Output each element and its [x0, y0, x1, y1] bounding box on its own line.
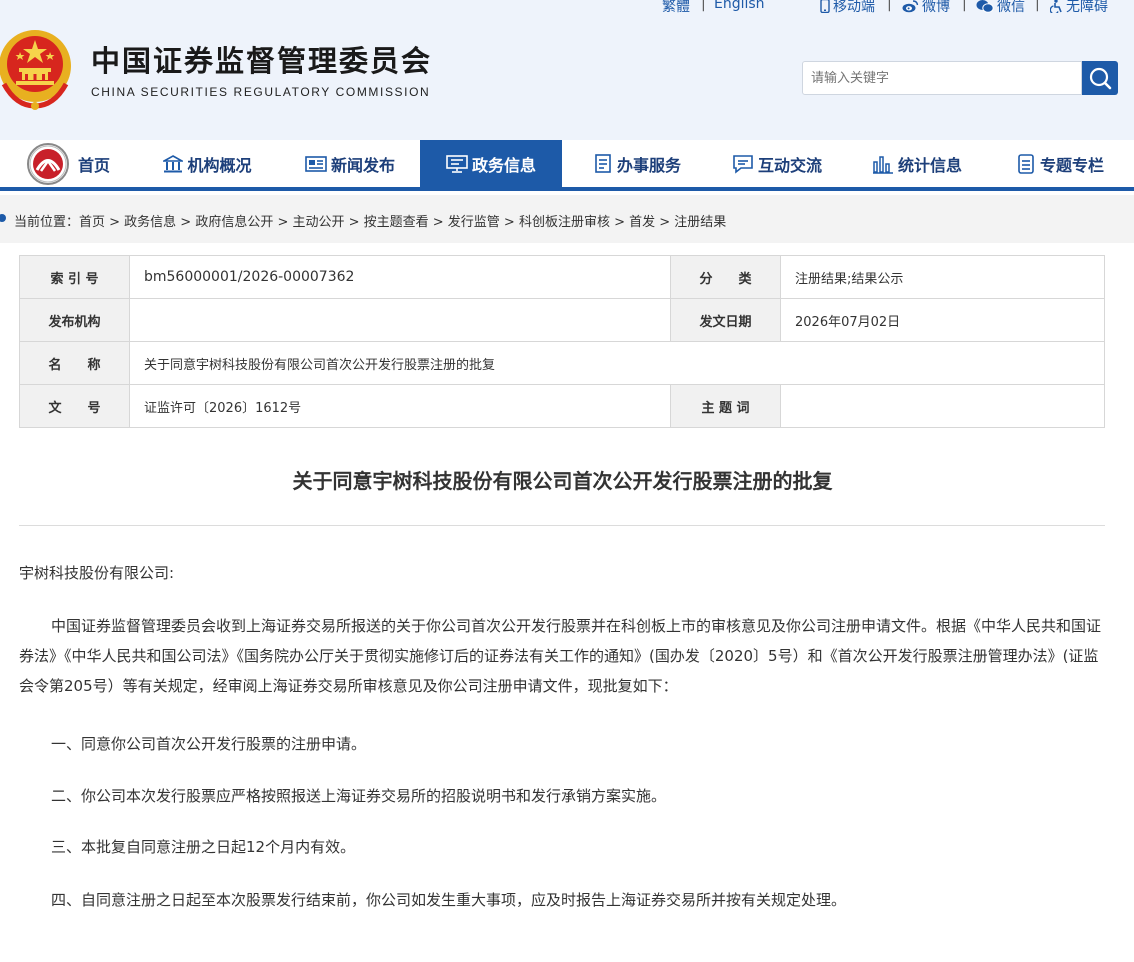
nav-topics[interactable]: 专题专栏 — [990, 140, 1130, 187]
keywords-value — [780, 384, 1105, 428]
docno-value: 证监许可〔2026〕1612号 — [129, 384, 671, 428]
separator: | — [701, 0, 706, 12]
keywords-label: 主 题 词 — [670, 384, 781, 428]
nav-interaction[interactable]: 互动交流 — [707, 140, 847, 187]
docno-label: 文 号 — [19, 384, 130, 428]
table-row: 文 号 证监许可〔2026〕1612号 主 题 词 — [19, 384, 1105, 428]
category-value: 注册结果;结果公示 — [780, 255, 1105, 299]
mobile-label: 移动端 — [833, 0, 875, 15]
chat-icon — [733, 154, 753, 174]
traditional-chinese-link[interactable]: 繁體 — [662, 0, 690, 16]
name-label: 名 称 — [19, 341, 130, 385]
weibo-link[interactable]: 微博 — [902, 0, 950, 16]
wechat-icon — [976, 0, 994, 13]
table-row: 名 称 关于同意宇树科技股份有限公司首次公开发行股票注册的批复 — [19, 341, 1105, 385]
building-icon — [163, 154, 184, 172]
separator: | — [887, 0, 892, 12]
nav-interaction-label: 互动交流 — [757, 155, 822, 175]
folder-icon — [1018, 153, 1034, 174]
top-links: 繁體 | English 移动端 | 微博 | 微信 | 无障碍 — [0, 0, 1134, 16]
document-icon — [595, 153, 611, 173]
search-input[interactable] — [802, 61, 1082, 95]
site-subtitle: CHINA SECURITIES REGULATORY COMMISSION — [91, 85, 431, 99]
index-label: 索 引 号 — [19, 255, 130, 299]
article-paragraph: 中国证券监督管理委员会收到上海证券交易所报送的关于你公司首次公开发行股票并在科创… — [19, 617, 1102, 695]
nav-statistics[interactable]: 统计信息 — [847, 140, 987, 187]
news-icon — [305, 155, 327, 172]
mobile-icon — [820, 0, 830, 13]
article-item-1: 一、同意你公司首次公开发行股票的注册申请。 — [51, 735, 367, 753]
breadcrumb: 当前位置：首页 > 政务信息 > 政府信息公开 > 主动公开 > 按主题查看 >… — [0, 211, 726, 230]
english-link[interactable]: English — [714, 0, 765, 12]
nav-topics-label: 专题专栏 — [1039, 155, 1104, 175]
article-item-3: 三、本批复自同意注册之日起12个月内有效。 — [51, 838, 356, 856]
nav-statistics-label: 统计信息 — [897, 155, 962, 175]
site-title: 中国证券监督管理委员会 — [91, 44, 433, 78]
category-label: 分 类 — [670, 255, 781, 299]
bar-chart-icon — [872, 155, 893, 174]
name-value: 关于同意宇树科技股份有限公司首次公开发行股票注册的批复 — [129, 341, 1105, 385]
accessibility-link[interactable]: 无障碍 — [1050, 0, 1108, 16]
accessibility-label: 无障碍 — [1066, 0, 1108, 15]
main-nav: 首页 机构概况 新闻发布 政务信息 办事服务 互动交流 统计信息 专题专栏 — [0, 140, 1134, 191]
document-meta-table: 索 引 号 bm56000001/2026-00007362 分 类 注册结果;… — [19, 255, 1105, 428]
date-value: 2026年07月02日 — [780, 298, 1105, 342]
accessibility-icon — [1050, 0, 1062, 13]
nav-about-label: 机构概况 — [187, 155, 252, 175]
search-icon — [1089, 67, 1112, 90]
wechat-label: 微信 — [997, 0, 1025, 15]
nav-services-label: 办事服务 — [616, 155, 681, 175]
separator: | — [1035, 0, 1040, 12]
national-emblem-logo — [0, 30, 71, 110]
weibo-icon — [902, 0, 919, 13]
table-row: 发布机构 发文日期 2026年07月02日 — [19, 298, 1105, 342]
index-value: bm56000001/2026-00007362 — [129, 255, 671, 299]
divider — [19, 525, 1105, 526]
nav-news-label: 新闻发布 — [330, 155, 395, 175]
table-row: 索 引 号 bm56000001/2026-00007362 分 类 注册结果;… — [19, 255, 1105, 299]
location-dot-icon — [0, 214, 6, 222]
date-label: 发文日期 — [670, 298, 781, 342]
csrc-home-logo-icon[interactable] — [27, 143, 69, 185]
publisher-value — [129, 298, 671, 342]
nav-government-info[interactable]: 政务信息 — [420, 140, 562, 187]
wechat-link[interactable]: 微信 — [976, 0, 1025, 16]
article-title: 关于同意宇树科技股份有限公司首次公开发行股票注册的批复 — [292, 469, 833, 493]
article-item-4: 四、自同意注册之日起至本次股票发行结束前，你公司如发生重大事项，应及时报告上海证… — [51, 891, 847, 909]
monitor-icon — [446, 154, 468, 173]
weibo-label: 微博 — [922, 0, 950, 15]
breadcrumb-bar: 当前位置：首页 > 政务信息 > 政府信息公开 > 主动公开 > 按主题查看 >… — [0, 195, 1134, 243]
nav-about[interactable]: 机构概况 — [140, 140, 275, 187]
mobile-link[interactable]: 移动端 — [820, 0, 875, 16]
separator: | — [962, 0, 967, 12]
nav-news[interactable]: 新闻发布 — [280, 140, 420, 187]
nav-government-info-label: 政务信息 — [471, 155, 536, 175]
salutation: 宇树科技股份有限公司: — [19, 564, 175, 582]
breadcrumb-text[interactable]: 当前位置：首页 > 政务信息 > 政府信息公开 > 主动公开 > 按主题查看 >… — [14, 215, 726, 230]
nav-home-label: 首页 — [77, 155, 110, 175]
search-button[interactable] — [1082, 61, 1118, 95]
article-item-2: 二、你公司本次发行股票应严格按照报送上海证券交易所的招股说明书和发行承销方案实施… — [51, 787, 667, 805]
publisher-label: 发布机构 — [19, 298, 130, 342]
site-header: 繁體 | English 移动端 | 微博 | 微信 | 无障碍 中国证券监督管… — [0, 0, 1134, 140]
nav-services[interactable]: 办事服务 — [567, 140, 707, 187]
